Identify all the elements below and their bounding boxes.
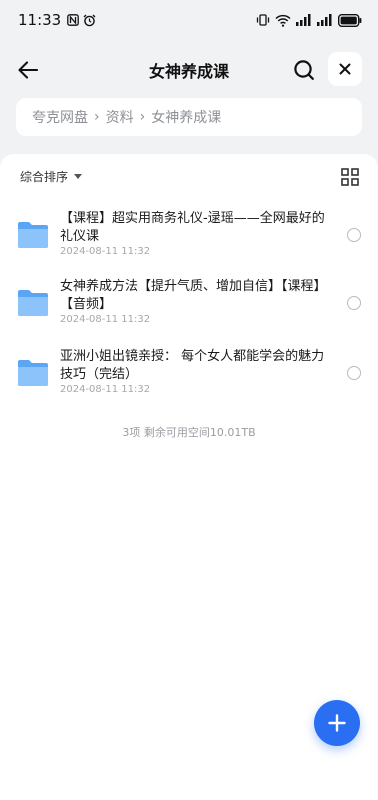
folder-icon bbox=[18, 222, 48, 248]
battery-icon bbox=[338, 13, 362, 27]
breadcrumb-item-root[interactable]: 夸克网盘 bbox=[32, 107, 88, 127]
storage-info: 3项 剩余可用空间10.01TB bbox=[122, 426, 256, 439]
file-date: 2024-08-11 11:32 bbox=[60, 246, 151, 257]
list-item[interactable]: 亚洲小姐出镜亲授： 每个女人都能学会的魅力技巧（完结） 2024-08-11 1… bbox=[0, 348, 378, 416]
file-date: 2024-08-11 11:32 bbox=[60, 384, 151, 395]
file-name: 【课程】超实用商务礼仪-逯瑶——全网最好的礼仪课 bbox=[60, 211, 325, 244]
file-name: 亚洲小姐出镜亲授： 每个女人都能学会的魅力技巧（完结） bbox=[60, 349, 325, 382]
signal-icon bbox=[317, 14, 333, 26]
select-radio[interactable] bbox=[347, 228, 361, 242]
grid-view-button[interactable] bbox=[341, 168, 359, 186]
breadcrumb-separator: › bbox=[94, 109, 100, 125]
status-bar: 11:33 bbox=[0, 0, 378, 40]
add-button[interactable] bbox=[314, 700, 360, 746]
list-item[interactable]: 女神养成方法【提升气质、增加自信】【课程】【音频】 2024-08-11 11:… bbox=[0, 278, 378, 346]
breadcrumb-item-current: 女神养成课 bbox=[151, 110, 222, 126]
grid-view-icon bbox=[341, 168, 359, 186]
breadcrumb-separator: › bbox=[139, 109, 146, 125]
file-name: 女神养成方法【提升气质、增加自信】【课程】【音频】 bbox=[60, 279, 327, 312]
vibrate-icon bbox=[256, 13, 270, 27]
search-button[interactable] bbox=[290, 56, 318, 84]
breadcrumb: 夸克网盘 › 资料 › 女神养成课 bbox=[16, 98, 362, 136]
close-button[interactable] bbox=[328, 52, 362, 86]
file-date: 2024-08-11 11:32 bbox=[60, 314, 151, 325]
nav-bar: 女神养成课 bbox=[0, 48, 378, 92]
list-item[interactable]: 【课程】超实用商务礼仪-逯瑶——全网最好的礼仪课 2024-08-11 11:3… bbox=[0, 210, 378, 278]
wifi-icon bbox=[275, 14, 291, 27]
sort-button[interactable]: 综合排序 bbox=[20, 168, 83, 185]
close-icon bbox=[339, 63, 351, 75]
back-button[interactable] bbox=[14, 56, 42, 84]
folder-icon bbox=[18, 360, 48, 386]
arrow-left-icon bbox=[18, 61, 38, 79]
caret-down-icon bbox=[74, 174, 83, 179]
search-icon bbox=[294, 60, 314, 80]
page-title: 女神养成课 bbox=[148, 62, 229, 81]
breadcrumb-item-folder[interactable]: 资料 bbox=[106, 107, 134, 127]
folder-icon bbox=[18, 290, 48, 316]
signal-icon bbox=[296, 14, 312, 26]
plus-icon bbox=[328, 714, 346, 732]
alarm-icon bbox=[83, 14, 96, 27]
nfc-icon bbox=[67, 14, 80, 26]
status-time: 11:33 bbox=[18, 11, 62, 29]
select-radio[interactable] bbox=[347, 366, 361, 380]
sort-label: 综合排序 bbox=[20, 170, 69, 184]
file-list-panel: 综合排序 【课程】超实用商务礼仪-逯瑶——全网最好的礼仪课 2024-08-11… bbox=[0, 154, 378, 800]
select-radio[interactable] bbox=[347, 296, 361, 310]
